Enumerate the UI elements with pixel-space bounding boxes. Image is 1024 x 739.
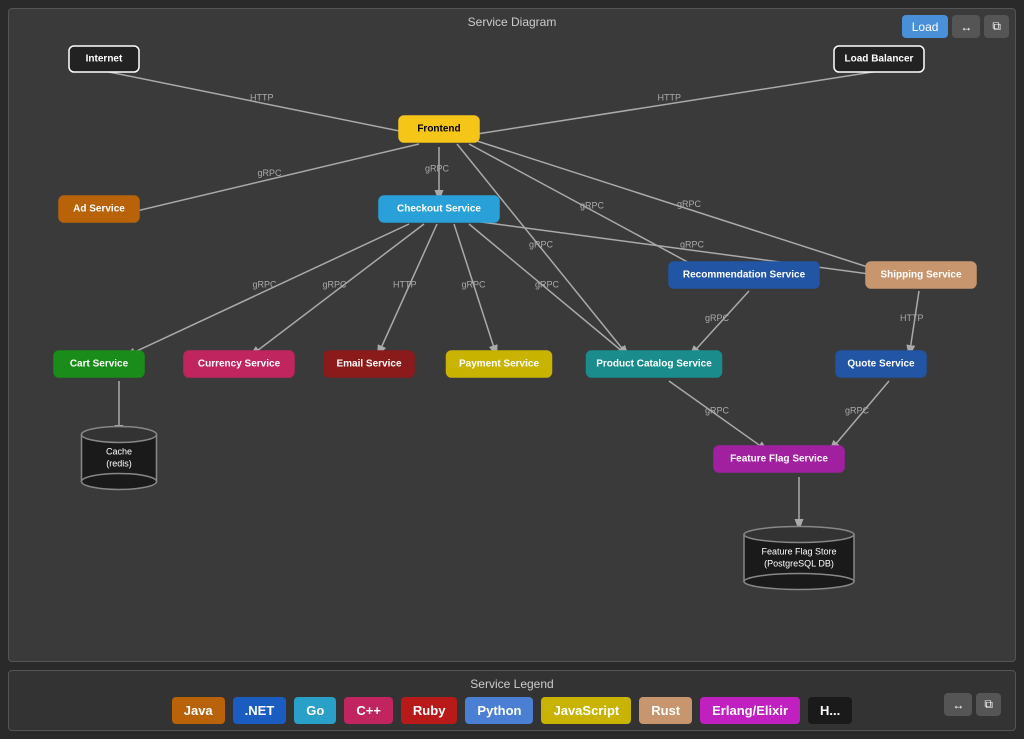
legend-expand-button[interactable]: ↔ xyxy=(944,693,972,716)
svg-text:gRPC: gRPC xyxy=(529,240,554,250)
svg-text:gRPC: gRPC xyxy=(462,280,487,290)
legend-item: Python xyxy=(465,697,533,724)
legend-item: Rust xyxy=(639,697,692,724)
legend-item: JavaScript xyxy=(541,697,631,724)
svg-text:Currency Service: Currency Service xyxy=(198,359,281,370)
legend-area: Service Legend Java.NETGoC++RubyPythonJa… xyxy=(8,670,1016,731)
legend-item: Java xyxy=(172,697,225,724)
svg-text:(PostgreSQL DB): (PostgreSQL DB) xyxy=(764,558,834,568)
legend-item: Go xyxy=(294,697,336,724)
svg-text:Shipping Service: Shipping Service xyxy=(880,270,962,281)
svg-text:HTTP: HTTP xyxy=(393,280,417,290)
svg-text:Load Balancer: Load Balancer xyxy=(845,54,914,65)
main-container: Service Diagram Load ↔ ⧉ HTTPHTTPgRPCgRP… xyxy=(0,0,1024,739)
svg-text:gRPC: gRPC xyxy=(253,280,278,290)
svg-text:Ad Service: Ad Service xyxy=(73,204,125,215)
svg-text:gRPC: gRPC xyxy=(845,406,870,416)
legend-item: C++ xyxy=(344,697,393,724)
svg-text:Quote Service: Quote Service xyxy=(847,359,915,370)
svg-text:Recommendation Service: Recommendation Service xyxy=(683,270,806,281)
legend-title: Service Legend xyxy=(19,677,1005,691)
svg-text:Email Service: Email Service xyxy=(336,359,401,370)
legend-copy-button[interactable]: ⧉ xyxy=(976,693,1001,716)
svg-text:gRPC: gRPC xyxy=(705,313,730,323)
svg-text:HTTP: HTTP xyxy=(658,93,682,103)
svg-text:gRPC: gRPC xyxy=(705,406,730,416)
legend-item: H... xyxy=(808,697,852,724)
legend-buttons: ↔ ⧉ xyxy=(944,693,1001,716)
diagram-area: Service Diagram Load ↔ ⧉ HTTPHTTPgRPCgRP… xyxy=(8,8,1016,662)
legend-items: Java .NET Go C++ Ruby Python JavaScript Rust Erl… xyxy=(19,697,1005,724)
svg-text:Payment Service: Payment Service xyxy=(459,359,539,370)
svg-text:(redis): (redis) xyxy=(106,458,132,468)
svg-text:HTTP: HTTP xyxy=(250,93,274,103)
svg-text:Frontend: Frontend xyxy=(417,124,460,135)
svg-text:gRPC: gRPC xyxy=(580,201,605,211)
svg-text:gRPC: gRPC xyxy=(258,168,283,178)
svg-text:gRPC: gRPC xyxy=(323,280,348,290)
svg-text:gRPC: gRPC xyxy=(680,240,705,250)
svg-text:Internet: Internet xyxy=(86,54,123,65)
svg-text:Feature Flag Store: Feature Flag Store xyxy=(761,546,836,556)
svg-text:Feature Flag Service: Feature Flag Service xyxy=(730,454,828,465)
svg-text:HTTP: HTTP xyxy=(900,313,924,323)
svg-text:gRPC: gRPC xyxy=(425,164,450,174)
svg-text:Cart Service: Cart Service xyxy=(70,359,129,370)
svg-text:Cache: Cache xyxy=(106,446,132,456)
svg-text:gRPC: gRPC xyxy=(677,199,702,209)
legend-item: .NET xyxy=(233,697,287,724)
svg-text:Checkout Service: Checkout Service xyxy=(397,204,481,215)
diagram-svg: HTTP HTTP gRPC gRPC gRPC gRPC gRPC gRPC gRPC HTTP… xyxy=(9,9,1015,661)
legend-item: Ruby xyxy=(401,697,458,724)
svg-text:gRPC: gRPC xyxy=(535,280,560,290)
legend-item: Erlang/Elixir xyxy=(700,697,800,724)
svg-text:Product Catalog Service: Product Catalog Service xyxy=(596,359,712,370)
